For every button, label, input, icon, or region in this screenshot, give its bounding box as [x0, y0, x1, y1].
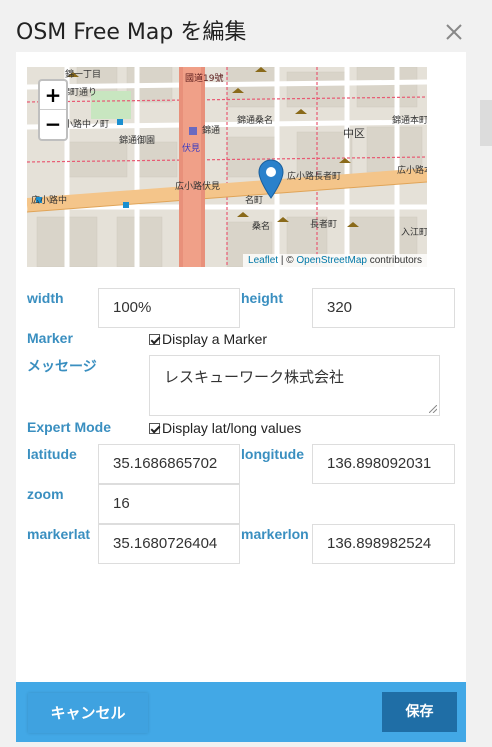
zoom-input[interactable]: 16 — [98, 484, 240, 524]
map-label: 桑名 — [252, 220, 270, 232]
message-textarea[interactable]: レスキューワーク株式会社 — [149, 355, 440, 416]
message-label: メッセージ — [27, 358, 97, 374]
save-button[interactable]: 保存 — [382, 692, 457, 732]
checkbox-icon[interactable] — [149, 334, 160, 345]
resize-grip-icon[interactable] — [429, 405, 437, 413]
zoom-out-button[interactable]: − — [40, 110, 66, 139]
osm-link[interactable]: OpenStreetMap — [296, 255, 367, 266]
map-label: 長者町 — [310, 219, 337, 230]
attribution-separator: | © — [278, 255, 297, 266]
marker-label: Marker — [27, 330, 73, 346]
latitude-input[interactable]: 35.1686865702 — [98, 444, 240, 484]
map-label: 広小路長者町 — [287, 170, 341, 182]
map-label: 伏見 — [182, 142, 200, 154]
markerlon-input[interactable]: 136.898982524 — [312, 524, 455, 564]
map-view[interactable]: 錦一丁目 錦町通り 錦通桑名 錦通本町 中区 錦通御園 錦通 広小路中ノ町 伏見… — [27, 67, 427, 267]
markerlat-input[interactable]: 35.1680726404 — [98, 524, 240, 564]
map-label: 錦通御園 — [119, 134, 155, 146]
dialog-title: OSM Free Map を編集 — [16, 20, 247, 45]
message-value: レスキューワーク株式会社 — [164, 368, 345, 386]
attribution-tail: contributors — [366, 255, 422, 266]
close-icon[interactable] — [444, 22, 464, 42]
map-label: 中区 — [343, 127, 365, 140]
map-label: 広小路中 — [31, 194, 67, 206]
marker-checkbox-label: Display a Marker — [162, 331, 268, 347]
marker-checkbox[interactable]: Display a Marker — [149, 331, 267, 347]
map-label: 錦一丁目 — [65, 68, 101, 80]
map-label: 入江町 — [401, 227, 427, 238]
expert-mode-label: Expert Mode — [27, 419, 112, 435]
zoom-in-button[interactable]: + — [40, 81, 66, 110]
edit-dialog: OSM Free Map を編集 錦一丁目 錦町通り 錦通桑名 錦通本町 中区 … — [0, 0, 480, 747]
map-label: 広小路本町 — [397, 164, 427, 176]
markerlat-label: markerlat — [27, 526, 91, 542]
latitude-label: latitude — [27, 446, 77, 462]
longitude-label: longitude — [241, 446, 304, 462]
cancel-button[interactable]: キャンセル — [28, 693, 148, 733]
checkbox-icon[interactable] — [149, 423, 160, 434]
height-label: height — [241, 290, 283, 306]
markerlon-label: markerlon — [241, 526, 309, 542]
width-input[interactable]: 100% — [98, 288, 240, 328]
map-label: 錦通 — [202, 124, 220, 136]
zoom-control: + − — [38, 79, 68, 141]
map-label: 錦通桑名 — [237, 114, 273, 126]
expert-mode-checkbox[interactable]: Display lat/long values — [149, 420, 301, 436]
leaflet-link[interactable]: Leaflet — [248, 255, 278, 266]
height-input[interactable]: 320 — [312, 288, 455, 328]
expert-mode-checkbox-label: Display lat/long values — [162, 420, 302, 436]
zoom-label: zoom — [27, 486, 64, 502]
width-label: width — [27, 290, 64, 306]
dialog-footer: キャンセル 保存 — [16, 682, 466, 742]
longitude-input[interactable]: 136.898092031 — [312, 444, 455, 484]
map-label: 錦通本町 — [392, 114, 427, 126]
map-attribution: Leaflet | © OpenStreetMap contributors — [243, 254, 427, 267]
map-label: 広小路伏見 — [175, 180, 220, 192]
map-tiles: 錦一丁目 錦町通り 錦通桑名 錦通本町 中区 錦通御園 錦通 広小路中ノ町 伏見… — [27, 67, 427, 267]
map-label: 國道19號 — [185, 72, 223, 84]
